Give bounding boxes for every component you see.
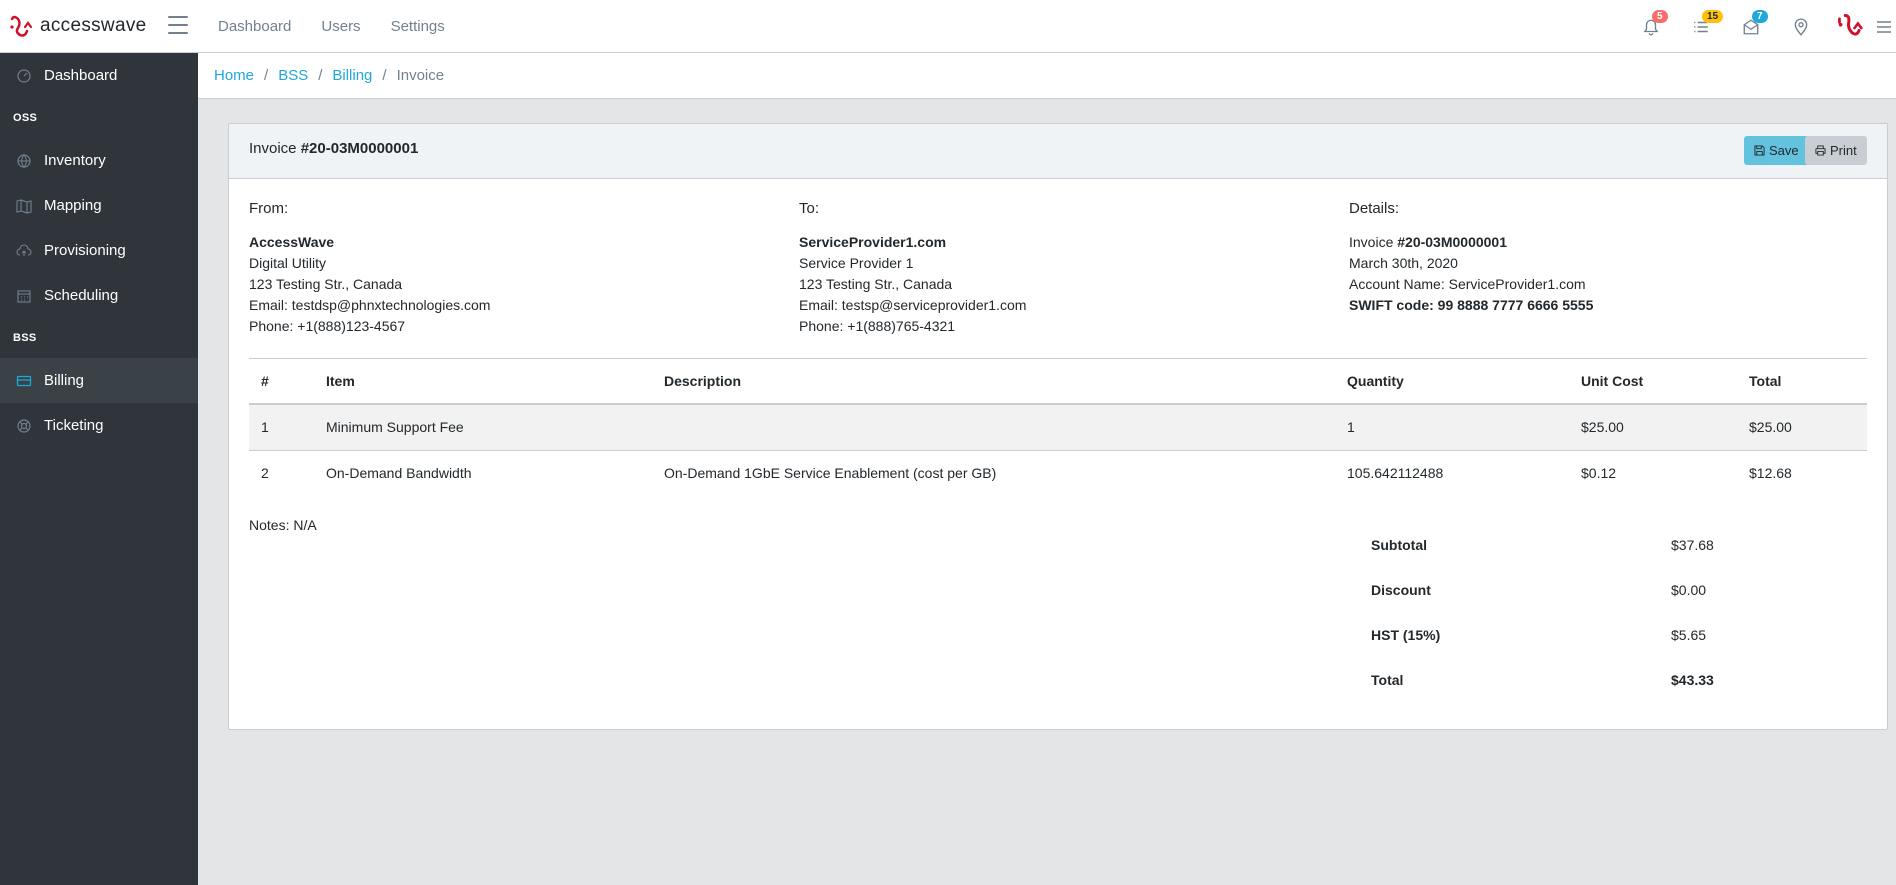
total-row: Total $43.33 (1359, 657, 1859, 702)
sidebar-item-inventory[interactable]: Inventory (0, 138, 198, 183)
table-row: 1 Minimum Support Fee 1 $25.00 $25.00 (249, 404, 1867, 451)
column-header: Total (1737, 358, 1867, 405)
messages-badge: 7 (1752, 10, 1768, 23)
discount-row: Discount $0.00 (1359, 567, 1859, 612)
life-ring-icon (17, 418, 31, 433)
sidebar-item-dashboard[interactable]: Dashboard (0, 53, 198, 98)
accesswave-logo-icon (1838, 13, 1863, 36)
breadcrumb-current: Invoice (396, 67, 445, 84)
sidebar-item-label: Billing (44, 372, 85, 389)
speedometer-icon (17, 68, 31, 83)
breadcrumb-home-link[interactable]: Home (214, 67, 254, 84)
save-icon (1754, 145, 1765, 156)
sidebar-toggle-button[interactable] (168, 16, 188, 34)
location-button[interactable] (1776, 0, 1826, 53)
invoice-totals: Subtotal $37.68 Discount $0.00 HST (15%)… (1359, 522, 1859, 702)
print-button[interactable]: Print (1805, 136, 1867, 165)
sidebar-section-bss: BSS (13, 332, 37, 344)
app-header: accesswave Dashboard Users Settings 5 15… (0, 0, 1896, 53)
cloud-upload-icon (16, 243, 32, 256)
notifications-badge: 5 (1652, 10, 1668, 23)
invoice-to: To: ServiceProvider1.com Service Provide… (799, 198, 1026, 337)
calendar-icon (17, 289, 31, 303)
breadcrumb: Home / BSS / Billing / Invoice (198, 53, 1896, 99)
credit-card-icon (16, 375, 32, 386)
top-navigation: Dashboard Users Settings (218, 0, 445, 53)
breadcrumb-billing-link[interactable]: Billing (332, 67, 372, 84)
invoice-date: March 30th, 2020 (1349, 255, 1458, 271)
to-name: ServiceProvider1.com (799, 234, 947, 250)
topnav-settings-link[interactable]: Settings (391, 18, 445, 35)
globe-icon (17, 153, 31, 168)
sidebar-item-label: Provisioning (44, 242, 126, 259)
from-heading: From: (249, 200, 289, 217)
invoice-title: Invoice #20-03M0000001 (249, 140, 419, 157)
sidebar-section-oss: OSS (13, 112, 38, 124)
tax-value: $5.65 (1671, 626, 1707, 643)
from-line1: Digital Utility (249, 255, 327, 271)
details-invoice-number: #20-03M0000001 (1397, 234, 1508, 250)
table-row: 2 On-Demand Bandwidth On-Demand 1GbE Ser… (261, 465, 1792, 482)
to-address: 123 Testing Str., Canada (799, 276, 953, 292)
account-name: Account Name: ServiceProvider1.com (1349, 276, 1586, 292)
to-email: Email: testsp@serviceprovider1.com (799, 297, 1027, 313)
sidebar-item-ticketing[interactable]: Ticketing (0, 403, 198, 448)
column-header: Description (652, 358, 1335, 405)
invoice-notes: Notes: N/A (249, 517, 317, 533)
invoice-details: Details: Invoice #20-03M0000001 March 30… (1349, 200, 1594, 313)
sidebar-item-label: Dashboard (44, 67, 118, 84)
user-avatar[interactable] (1826, 0, 1876, 53)
tax-row: HST (15%) $5.65 (1359, 612, 1859, 657)
brand-name: accesswave (40, 15, 147, 36)
invoice-items-table: # Item Description Quantity Unit Cost To… (249, 358, 1867, 496)
to-line1: Service Provider 1 (799, 255, 914, 271)
sidebar-item-scheduling[interactable]: Scheduling (0, 273, 198, 318)
subtotal-value: $37.68 (1671, 536, 1714, 553)
sidebar-item-label: Ticketing (44, 417, 104, 434)
invoice-card-header: Invoice #20-03M0000001 Save Print (229, 124, 1887, 179)
invoice-card: Invoice #20-03M0000001 Save Print From: … (228, 123, 1888, 730)
sidebar: Dashboard OSS Inventory Mapping Provisio… (0, 53, 198, 885)
to-heading: To: (799, 200, 820, 217)
swift-code: SWIFT code: 99 8888 7777 6666 5555 (1349, 297, 1594, 313)
hamburger-icon (1877, 20, 1891, 33)
column-header: Quantity (1335, 358, 1569, 405)
notifications-button[interactable]: 5 (1626, 0, 1676, 53)
total-value: $43.33 (1671, 671, 1714, 688)
print-icon (1815, 145, 1826, 156)
column-header: # (249, 358, 314, 405)
accesswave-logo-icon (10, 15, 33, 37)
aside-menu-toggle-button[interactable] (1876, 0, 1896, 53)
discount-value: $0.00 (1671, 581, 1707, 598)
sidebar-item-billing[interactable]: Billing (0, 358, 198, 403)
from-phone: Phone: +1(888)123-4567 (249, 318, 406, 334)
invoice-number: #20-03M0000001 (300, 140, 419, 157)
topnav-dashboard-link[interactable]: Dashboard (218, 18, 291, 35)
subtotal-row: Subtotal $37.68 (1359, 522, 1859, 567)
header-icons: 5 15 7 (1626, 0, 1896, 53)
from-email: Email: testdsp@phnxtechnologies.com (249, 297, 491, 313)
column-header: Item (314, 358, 652, 405)
sidebar-item-label: Mapping (44, 197, 102, 214)
location-pin-icon (1794, 18, 1808, 36)
table-header-row: # Item Description Quantity Unit Cost To… (249, 358, 1867, 405)
map-icon (16, 198, 32, 214)
details-heading: Details: (1349, 200, 1400, 217)
sidebar-item-mapping[interactable]: Mapping (0, 183, 198, 228)
brand-logo[interactable]: accesswave (8, 10, 147, 42)
save-button[interactable]: Save (1744, 136, 1809, 165)
messages-button[interactable]: 7 (1726, 0, 1776, 53)
invoice-from: From: AccessWave Digital Utility 123 Tes… (249, 198, 490, 337)
from-name: AccessWave (249, 234, 335, 250)
sidebar-item-label: Scheduling (44, 287, 119, 304)
breadcrumb-bss-link[interactable]: BSS (278, 67, 308, 84)
from-address: 123 Testing Str., Canada (249, 276, 403, 292)
topnav-users-link[interactable]: Users (321, 18, 360, 35)
sidebar-item-label: Inventory (44, 152, 106, 169)
tasks-button[interactable]: 15 (1676, 0, 1726, 53)
tasks-badge: 15 (1702, 10, 1724, 23)
column-header: Unit Cost (1569, 358, 1737, 405)
sidebar-item-provisioning[interactable]: Provisioning (0, 228, 198, 273)
to-phone: Phone: +1(888)765-4321 (799, 318, 956, 334)
